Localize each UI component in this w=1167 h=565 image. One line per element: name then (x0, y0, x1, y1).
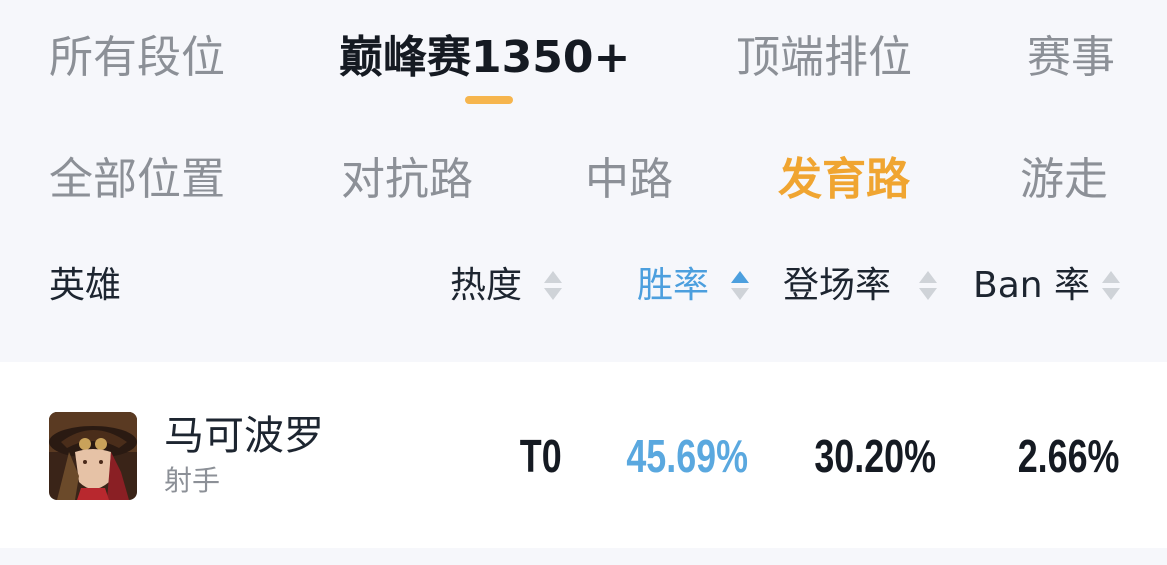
tab-peak-1350[interactable]: 巅峰赛1350+ (339, 28, 630, 88)
column-heat[interactable]: 热度 (450, 258, 522, 314)
ban-rate-value: 2.66% (1017, 430, 1119, 482)
sort-arrows-icon[interactable] (543, 271, 563, 303)
tab-mid-lane[interactable]: 中路 (585, 150, 673, 210)
tab-all-ranks[interactable]: 所有段位 (49, 28, 225, 88)
column-hero: 英雄 (49, 265, 122, 306)
table-row[interactable]: 马可波罗 射手 T0 45.69% 30.20% 2.66% (0, 362, 1167, 548)
hero-name: 马可波罗 (164, 413, 324, 459)
sort-arrows-icon[interactable] (918, 271, 938, 303)
tab-roam[interactable]: 游走 (1020, 150, 1108, 210)
tab-all-positions[interactable]: 全部位置 (49, 150, 225, 210)
tier-value: T0 (520, 430, 562, 482)
active-tab-indicator (465, 96, 513, 104)
tab-clash-lane[interactable]: 对抗路 (341, 150, 473, 210)
win-rate-value: 45.69% (626, 430, 748, 482)
sort-arrows-icon[interactable] (1101, 271, 1121, 303)
tab-top-ranked[interactable]: 顶端排位 (736, 28, 912, 88)
tab-farm-lane[interactable]: 发育路 (778, 150, 910, 210)
pick-rate-value: 30.20% (814, 430, 936, 482)
tab-tournament[interactable]: 赛事 (1027, 28, 1115, 88)
hero-role: 射手 (164, 464, 221, 497)
column-pick-rate[interactable]: 登场率 (783, 258, 891, 314)
sort-arrows-icon[interactable] (730, 271, 750, 303)
table-header: 英雄 热度 胜率 登场率 Ban 率 (0, 258, 1167, 318)
rank-filter-tabs: 所有段位 巅峰赛1350+ 顶端排位 赛事 (0, 0, 1167, 120)
hero-portrait (49, 412, 137, 500)
column-win-rate[interactable]: 胜率 (637, 258, 709, 314)
column-ban-rate[interactable]: Ban 率 (973, 258, 1090, 314)
